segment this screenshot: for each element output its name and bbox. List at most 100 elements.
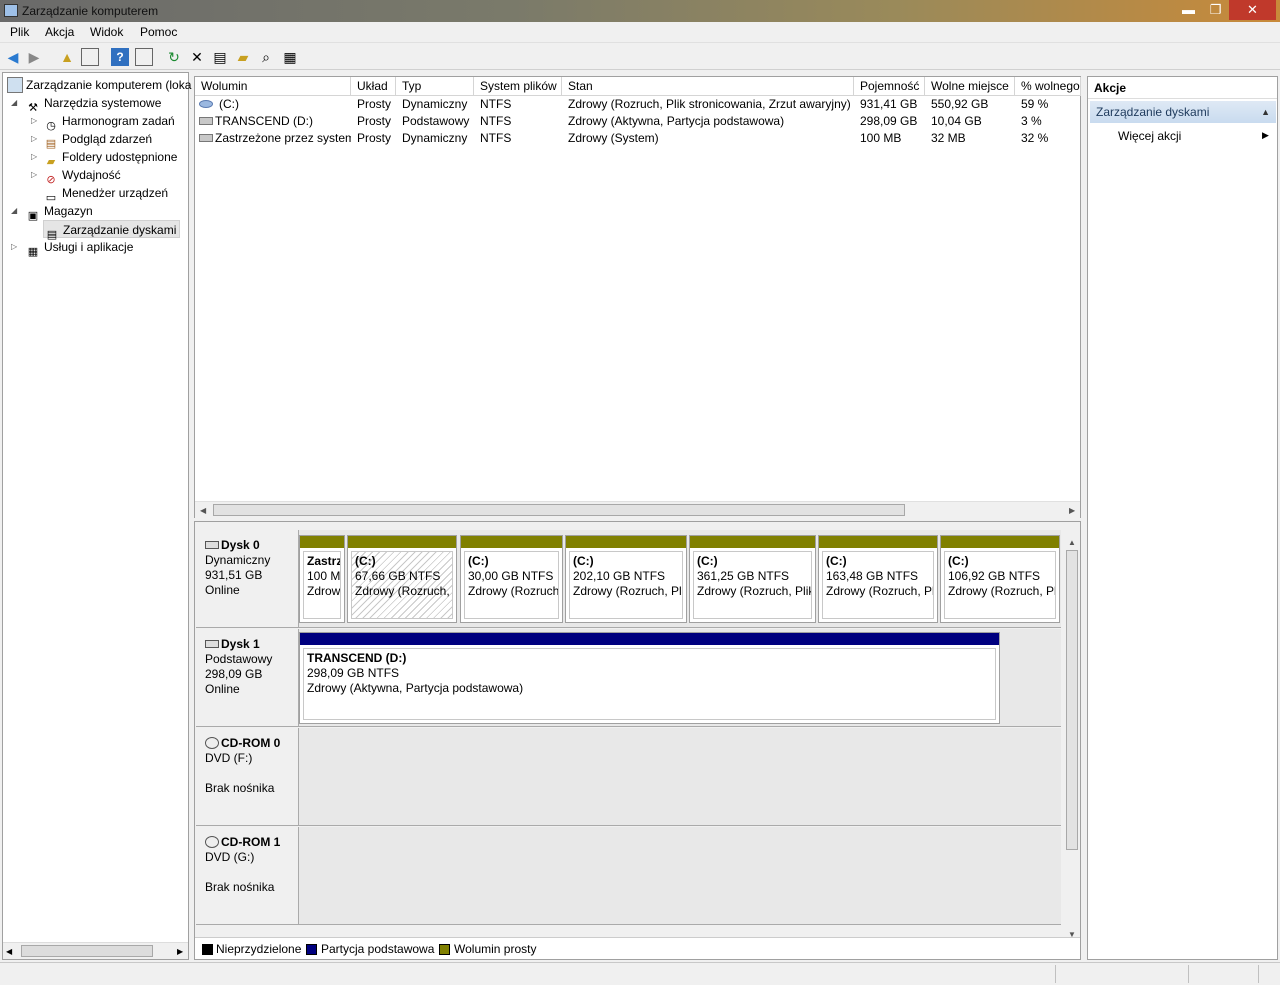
volume-capacity: 931,41 GB: [860, 97, 918, 111]
partition-c-2[interactable]: (C:) 30,00 GB NTFS Zdrowy (Rozruch: [460, 535, 563, 623]
open-icon[interactable]: ▰: [234, 48, 252, 66]
partition-c-5[interactable]: (C:) 163,48 GB NTFS Zdrowy (Rozruch, Pl: [818, 535, 938, 623]
cdrom-0-label[interactable]: CD-ROM 0 DVD (F:) Brak nośnika: [196, 728, 299, 826]
tree-root[interactable]: Zarządzanie komputerem (loka: [7, 76, 191, 94]
collapse-arrow-icon[interactable]: ◢: [11, 206, 17, 215]
refresh-icon[interactable]: ↻: [165, 48, 183, 66]
computer-icon: [7, 77, 23, 93]
tree-item-task-scheduler[interactable]: ◷ Harmonogram zadań: [43, 112, 175, 132]
partition-size: 106,92 GB NTFS: [948, 569, 1041, 583]
scroll-thumb[interactable]: [213, 504, 905, 516]
up-folder-icon[interactable]: ▲: [58, 48, 76, 66]
disk-map-vertical-scrollbar[interactable]: ▲ ▼: [1065, 536, 1079, 946]
tree-item-label: Magazyn: [44, 204, 93, 218]
partition-transcend[interactable]: TRANSCEND (D:) 298,09 GB NTFS Zdrowy (Akty…: [299, 632, 1000, 724]
tree-item-event-viewer[interactable]: ▤ Podgląd zdarzeń: [43, 130, 153, 150]
tree-horizontal-scrollbar[interactable]: ◀ ▶: [3, 942, 188, 959]
console-tree: Zarządzanie komputerem (loka ◢ ⚒ Narzędzi…: [2, 72, 191, 960]
menu-view[interactable]: Widok: [90, 25, 123, 39]
column-header-capacity[interactable]: Pojemność: [854, 77, 925, 96]
volume-name[interactable]: (C:): [213, 96, 351, 113]
actions-section-header[interactable]: Zarządzanie dyskami ▲: [1090, 101, 1276, 123]
storage-icon: ▣: [27, 210, 39, 222]
expand-arrow-icon[interactable]: ▷: [31, 170, 37, 179]
expand-arrow-icon[interactable]: ▷: [31, 134, 37, 143]
partition-label: (C:): [573, 554, 594, 568]
scroll-right-icon[interactable]: ▶: [177, 947, 183, 956]
maximize-button[interactable]: ❐: [1202, 0, 1229, 20]
volume-name[interactable]: TRANSCEND (D:): [211, 113, 351, 130]
volume-horizontal-scrollbar[interactable]: ◀ ▶: [195, 501, 1080, 518]
partition-size: 67,66 GB NTFS: [355, 569, 441, 583]
forward-icon[interactable]: ▶: [25, 48, 43, 66]
menu-help[interactable]: Pomoc: [140, 25, 177, 39]
minimize-button[interactable]: ▬: [1175, 0, 1202, 20]
cdrom-1-label[interactable]: CD-ROM 1 DVD (G:) Brak nośnika: [196, 827, 299, 925]
partition-c-1[interactable]: (C:) 67,66 GB NTFS Zdrowy (Rozruch, P: [347, 535, 457, 623]
simple-volume-bar: [941, 536, 1059, 548]
show-hide-action-icon[interactable]: [135, 48, 153, 66]
column-header-layout[interactable]: Układ: [351, 77, 396, 96]
column-header-status[interactable]: Stan: [562, 77, 854, 96]
column-header-volume[interactable]: Wolumin: [195, 77, 351, 96]
menu-file[interactable]: Plik: [10, 25, 29, 39]
partition-c-6[interactable]: (C:) 106,92 GB NTFS Zdrowy (Rozruch, Pl: [940, 535, 1060, 623]
partition-reserved[interactable]: Zastrz 100 M Zdrow: [299, 535, 345, 623]
tree-item-device-manager[interactable]: ▭ Menedżer urządzeń: [43, 184, 169, 204]
column-header-filesystem[interactable]: System plików: [474, 77, 562, 96]
disk-icon: [205, 541, 219, 549]
tree-item-services[interactable]: ▦ Usługi i aplikacje: [25, 238, 134, 258]
tree-item-label: Menedżer urządzeń: [62, 186, 169, 200]
volume-filesystem: NTFS: [480, 114, 512, 128]
delete-icon[interactable]: ✕: [188, 48, 206, 66]
scroll-up-icon[interactable]: ▲: [1068, 538, 1076, 547]
scroll-left-icon[interactable]: ◀: [6, 947, 12, 956]
column-header-type[interactable]: Typ: [396, 77, 474, 96]
expand-arrow-icon[interactable]: ▷: [31, 152, 37, 161]
tree-item-disk-management[interactable]: ▤ Zarządzanie dyskami: [43, 220, 181, 241]
tree-item-label: Podgląd zdarzeń: [62, 132, 153, 146]
scroll-right-icon[interactable]: ▶: [1069, 506, 1075, 515]
collapse-up-icon[interactable]: ▲: [1261, 101, 1270, 123]
settings-icon[interactable]: ▦: [281, 48, 299, 66]
menu-action[interactable]: Akcja: [45, 25, 74, 39]
expand-arrow-icon[interactable]: ▷: [11, 242, 17, 251]
actions-pane: Akcje Zarządzanie dyskami ▲ Więcej akcji…: [1087, 76, 1278, 960]
scroll-thumb[interactable]: [21, 945, 153, 957]
partition-label: (C:): [948, 554, 969, 568]
partition-label: (C:): [355, 554, 376, 568]
search-icon[interactable]: ⌕: [257, 48, 275, 66]
partition-c-4[interactable]: (C:) 361,25 GB NTFS Zdrowy (Rozruch, Plik: [689, 535, 816, 623]
expand-arrow-icon[interactable]: ▷: [31, 116, 37, 125]
properties-icon[interactable]: ▤: [211, 48, 229, 66]
disk-map: Dysk 0 Dynamiczny 931,51 GB Online Zastr…: [194, 521, 1081, 960]
back-icon[interactable]: ◀: [4, 48, 22, 66]
column-header-free-space[interactable]: Wolne miejsce: [925, 77, 1015, 96]
tree-item-performance[interactable]: ⊘ Wydajność: [43, 166, 120, 186]
scroll-thumb[interactable]: [1066, 550, 1078, 850]
close-button[interactable]: ✕: [1229, 0, 1276, 20]
disk-1-partitions: TRANSCEND (D:) 298,09 GB NTFS Zdrowy (Akty…: [299, 629, 1061, 727]
partition-status: Zdrowy (Rozruch: [468, 584, 559, 598]
simple-volume-bar: [461, 536, 562, 548]
show-hide-tree-icon[interactable]: [81, 48, 99, 66]
tree-item-label: Usługi i aplikacje: [44, 240, 134, 254]
volume-name[interactable]: Zastrzeżone przez system: [211, 130, 351, 147]
tree-item-system-tools[interactable]: ⚒ Narzędzia systemowe: [25, 94, 161, 114]
column-header-percent-free[interactable]: % wolnego: [1015, 77, 1081, 96]
submenu-arrow-icon[interactable]: ▶: [1262, 130, 1269, 141]
collapse-arrow-icon[interactable]: ◢: [11, 98, 17, 107]
disk-0-label[interactable]: Dysk 0 Dynamiczny 931,51 GB Online: [196, 530, 299, 628]
tree-item-label: Harmonogram zadań: [62, 114, 175, 128]
partition-size: 202,10 GB NTFS: [573, 569, 666, 583]
tree-item-storage[interactable]: ▣ Magazyn: [25, 202, 93, 222]
scroll-left-icon[interactable]: ◀: [200, 506, 206, 515]
disk-status: Online: [205, 682, 240, 696]
tree-item-shared-folders[interactable]: ▰ Foldery udostępnione: [43, 148, 178, 168]
tools-icon: ⚒: [28, 102, 38, 114]
more-actions-item[interactable]: Więcej akcji: [1118, 127, 1181, 145]
disk-1-label[interactable]: Dysk 1 Podstawowy 298,09 GB Online: [196, 629, 299, 727]
partition-label: Zastrz: [307, 554, 341, 568]
help-icon[interactable]: ?: [111, 48, 129, 66]
partition-c-3[interactable]: (C:) 202,10 GB NTFS Zdrowy (Rozruch, Pli: [565, 535, 687, 623]
